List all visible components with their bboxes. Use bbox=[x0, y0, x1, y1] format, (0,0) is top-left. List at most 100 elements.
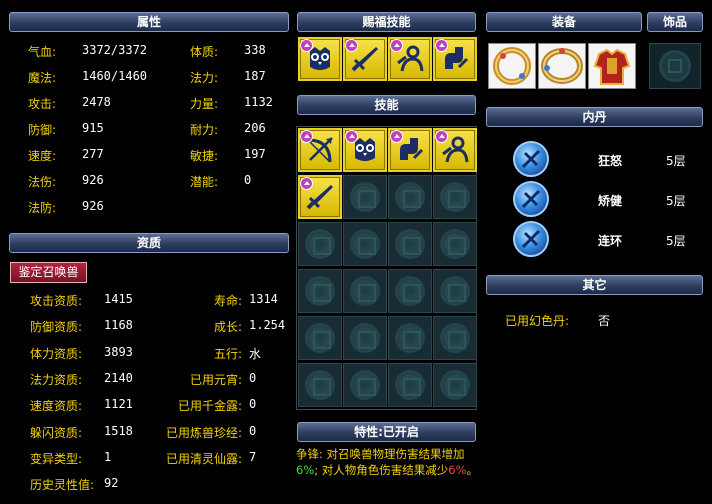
other-header: 其它 bbox=[486, 275, 703, 295]
empty-skill-slot[interactable] bbox=[343, 363, 387, 407]
empty-skill-slot[interactable] bbox=[388, 222, 432, 266]
upgrade-mark-icon bbox=[390, 39, 403, 52]
attr-value: 1460/1460 bbox=[82, 69, 148, 83]
empty-skill-slot[interactable] bbox=[298, 363, 342, 407]
figure-icon[interactable] bbox=[433, 128, 477, 172]
traits-header[interactable]: 特性:已开启 bbox=[297, 422, 476, 442]
skills-header: 技能 bbox=[297, 95, 476, 115]
aptitude-label: 已用炼兽珍经: bbox=[165, 425, 242, 440]
inner-dan-icon[interactable] bbox=[513, 141, 549, 177]
aptitude-value: 0 bbox=[249, 370, 257, 385]
upgrade-mark-icon bbox=[435, 39, 448, 52]
attr-label: 敏捷: bbox=[190, 149, 219, 163]
attr-label: 潜能: bbox=[190, 175, 219, 189]
aptitude-value: 1518 bbox=[104, 423, 133, 438]
aptitude-label: 防御资质: bbox=[30, 320, 83, 335]
attr-value: 187 bbox=[244, 69, 266, 83]
aptitude-label: 寿命: bbox=[213, 294, 242, 308]
appraise-summon-button[interactable]: 鉴定召唤兽 bbox=[10, 262, 87, 283]
attr-value: 926 bbox=[82, 173, 104, 187]
owl-icon[interactable] bbox=[343, 128, 387, 172]
bracelet-icon[interactable] bbox=[538, 43, 586, 89]
upgrade-mark-icon bbox=[345, 130, 358, 143]
empty-skill-slot[interactable] bbox=[343, 269, 387, 313]
empty-skill-slot[interactable] bbox=[433, 269, 477, 313]
armor-icon[interactable] bbox=[588, 43, 636, 89]
aptitude-label: 历史灵性值: bbox=[30, 478, 95, 493]
attr-value: 277 bbox=[82, 147, 104, 161]
empty-skill-slot[interactable] bbox=[433, 222, 477, 266]
aptitude-value: 0 bbox=[249, 397, 257, 412]
ornament-header: 饰品 bbox=[647, 12, 703, 32]
trait-mid-text: ; 对人物角色伤害结果减少 bbox=[314, 463, 449, 477]
empty-skill-slot[interactable] bbox=[433, 316, 477, 360]
inner-dan-level: 5层 bbox=[666, 154, 686, 168]
trait-description-line2: 6%; 对人物角色伤害结果减少6%。 bbox=[296, 462, 478, 478]
attr-value: 1132 bbox=[244, 95, 273, 109]
inner-dan-level: 5层 bbox=[666, 234, 686, 248]
empty-skill-slot[interactable] bbox=[298, 316, 342, 360]
aptitude-label: 已用千金露: bbox=[177, 399, 242, 414]
sword-icon[interactable] bbox=[298, 175, 342, 219]
aptitude-value: 1121 bbox=[104, 397, 133, 412]
aptitude-value: 1415 bbox=[104, 292, 133, 306]
inner-dan-icon[interactable] bbox=[513, 221, 549, 257]
sword-icon[interactable] bbox=[343, 37, 387, 81]
inner-dan-name: 矫健 bbox=[598, 194, 623, 208]
aptitude-label: 变异类型: bbox=[30, 451, 83, 466]
attr-label: 体质: bbox=[190, 45, 219, 59]
trait-pct-reduce: 6% bbox=[448, 463, 467, 477]
aptitude-value: 3893 bbox=[104, 344, 133, 359]
inner-dan-header: 内丹 bbox=[486, 107, 703, 127]
upgrade-mark-icon bbox=[435, 130, 448, 143]
attr-label: 力量: bbox=[190, 97, 219, 111]
aptitude-label: 法力资质: bbox=[30, 372, 83, 387]
attr-label: 耐力: bbox=[190, 123, 219, 137]
aptitude-value: 2140 bbox=[104, 370, 133, 385]
aptitude-value: 1168 bbox=[104, 318, 133, 333]
attr-label: 法伤: bbox=[28, 175, 57, 189]
attr-label: 魔法: bbox=[28, 71, 57, 85]
empty-slot-icon[interactable] bbox=[649, 43, 701, 89]
equipment-header: 装备 bbox=[486, 12, 642, 32]
empty-skill-slot[interactable] bbox=[298, 269, 342, 313]
empty-skill-slot[interactable] bbox=[388, 269, 432, 313]
upgrade-mark-icon bbox=[300, 39, 313, 52]
empty-skill-slot[interactable] bbox=[388, 175, 432, 219]
attr-value: 3372/3372 bbox=[82, 43, 148, 57]
upgrade-mark-icon bbox=[300, 130, 313, 143]
empty-skill-slot[interactable] bbox=[433, 175, 477, 219]
inner-dan-name: 连环 bbox=[598, 234, 623, 248]
gifted-skills-header: 赐福技能 bbox=[297, 12, 476, 32]
attr-label: 速度: bbox=[28, 149, 57, 163]
empty-skill-slot[interactable] bbox=[388, 316, 432, 360]
upgrade-mark-icon bbox=[300, 177, 313, 190]
empty-skill-slot[interactable] bbox=[388, 363, 432, 407]
arm-icon[interactable] bbox=[388, 128, 432, 172]
bow-icon[interactable] bbox=[298, 128, 342, 172]
attr-value: 206 bbox=[244, 121, 266, 135]
inner-dan-name: 狂怒 bbox=[598, 154, 623, 168]
upgrade-mark-icon bbox=[390, 130, 403, 143]
attr-label: 法力: bbox=[190, 71, 219, 85]
attr-value: 926 bbox=[82, 199, 104, 213]
inner-dan-icon[interactable] bbox=[513, 181, 549, 217]
ring-icon[interactable] bbox=[488, 43, 536, 89]
aptitude-value: 水 bbox=[249, 346, 262, 361]
aptitude-value: 92 bbox=[104, 476, 119, 491]
arm-icon[interactable] bbox=[433, 37, 477, 81]
attr-label: 法防: bbox=[28, 201, 57, 215]
empty-skill-slot[interactable] bbox=[343, 175, 387, 219]
aptitude-value: 1.254 bbox=[249, 318, 286, 333]
aptitude-value: 0 bbox=[249, 423, 257, 438]
owl-icon[interactable] bbox=[298, 37, 342, 81]
aptitude-value: 7 bbox=[249, 449, 257, 464]
empty-skill-slot[interactable] bbox=[343, 222, 387, 266]
figure-icon[interactable] bbox=[388, 37, 432, 81]
empty-skill-slot[interactable] bbox=[343, 316, 387, 360]
attr-value: 0 bbox=[244, 173, 252, 187]
empty-skill-slot[interactable] bbox=[298, 222, 342, 266]
aptitude-label: 攻击资质: bbox=[30, 294, 83, 308]
empty-skill-slot[interactable] bbox=[433, 363, 477, 407]
aptitude-label: 已用清灵仙露: bbox=[165, 451, 242, 466]
